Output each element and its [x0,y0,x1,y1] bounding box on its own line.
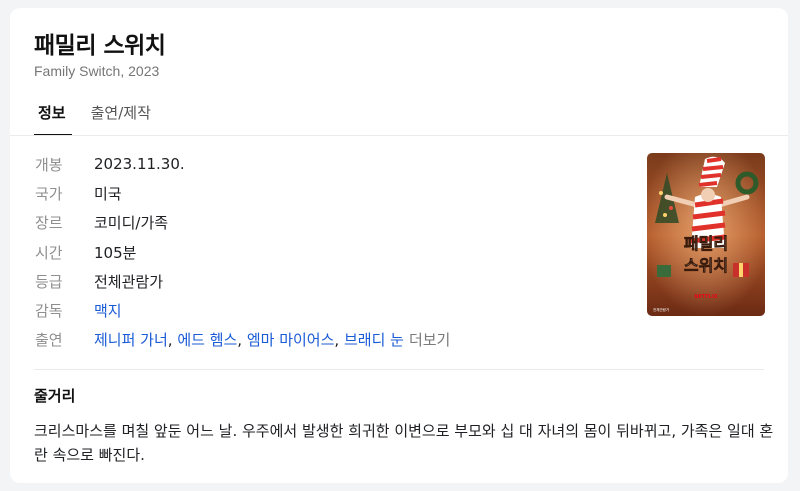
cast-list: 제니퍼 가너, 에드 헴스, 엠마 마이어스, 브래디 눈 더보기 [94,329,450,350]
rating-value: 전체관람가 [94,272,164,291]
cast-link[interactable]: 에드 헴스 [177,331,237,349]
poster-title-line1: 패밀리 [684,234,728,253]
country-value: 미국 [94,184,122,203]
tab-info[interactable]: 정보 [34,98,72,136]
runtime-label: 시간 [35,243,63,262]
info-row-genre: 장르 코미디/가족 [35,211,168,233]
movie-subtitle: Family Switch, 2023 [34,63,160,79]
poster-image: 패밀리 스위치 NETFLIX 전체관람가 [647,153,765,316]
poster-corner-rating: 전체관람가 [653,307,670,312]
info-row-rating: 등급 전체관람가 [35,270,163,292]
cast-separator: , [334,330,344,349]
info-row-country: 국가 미국 [35,182,122,204]
poster-title-line2: 스위치 [684,256,728,275]
tab-cast-crew[interactable]: 출연/제작 [88,98,154,136]
synopsis-text: 크리스마스를 며칠 앞둔 어느 날. 우주에서 발생한 희귀한 이변으로 부모와… [34,422,774,464]
cast-link[interactable]: 브래디 눈 [344,331,404,349]
synopsis-heading: 줄거리 [34,387,76,405]
info-row-cast: 출연 제니퍼 가너, 에드 헴스, 엠마 마이어스, 브래디 눈 더보기 [35,328,450,350]
cast-link[interactable]: 엠마 마이어스 [247,331,335,349]
release-label: 개봉 [35,155,63,174]
movie-poster[interactable]: 패밀리 스위치 NETFLIX 전체관람가 [647,153,765,316]
rating-label: 등급 [35,272,63,291]
cast-separator: , [167,330,178,349]
cast-label: 출연 [35,330,63,349]
info-row-release: 개봉 2023.11.30. [35,153,185,175]
director-link[interactable]: 맥지 [94,300,122,321]
tab-bar: 정보 출연/제작 [34,98,170,136]
info-row-runtime: 시간 105분 [35,241,136,263]
director-label: 감독 [35,301,63,320]
section-divider [34,369,764,370]
poster-brand: NETFLIX [694,294,717,300]
genre-value: 코미디/가족 [94,213,169,232]
cast-separator: , [237,330,247,349]
info-row-director: 감독 맥지 [35,299,122,321]
movie-title[interactable]: 패밀리 스위치 [34,26,166,60]
cast-more-link[interactable]: 더보기 [409,331,450,349]
movie-info-card: 패밀리 스위치 Family Switch, 2023 정보 출연/제작 개봉 … [10,8,788,483]
cast-link[interactable]: 제니퍼 가너 [94,331,168,349]
runtime-value: 105분 [94,243,137,262]
genre-label: 장르 [35,213,63,232]
release-value: 2023.11.30. [94,155,185,173]
tab-divider [10,135,788,136]
country-label: 국가 [35,184,63,203]
